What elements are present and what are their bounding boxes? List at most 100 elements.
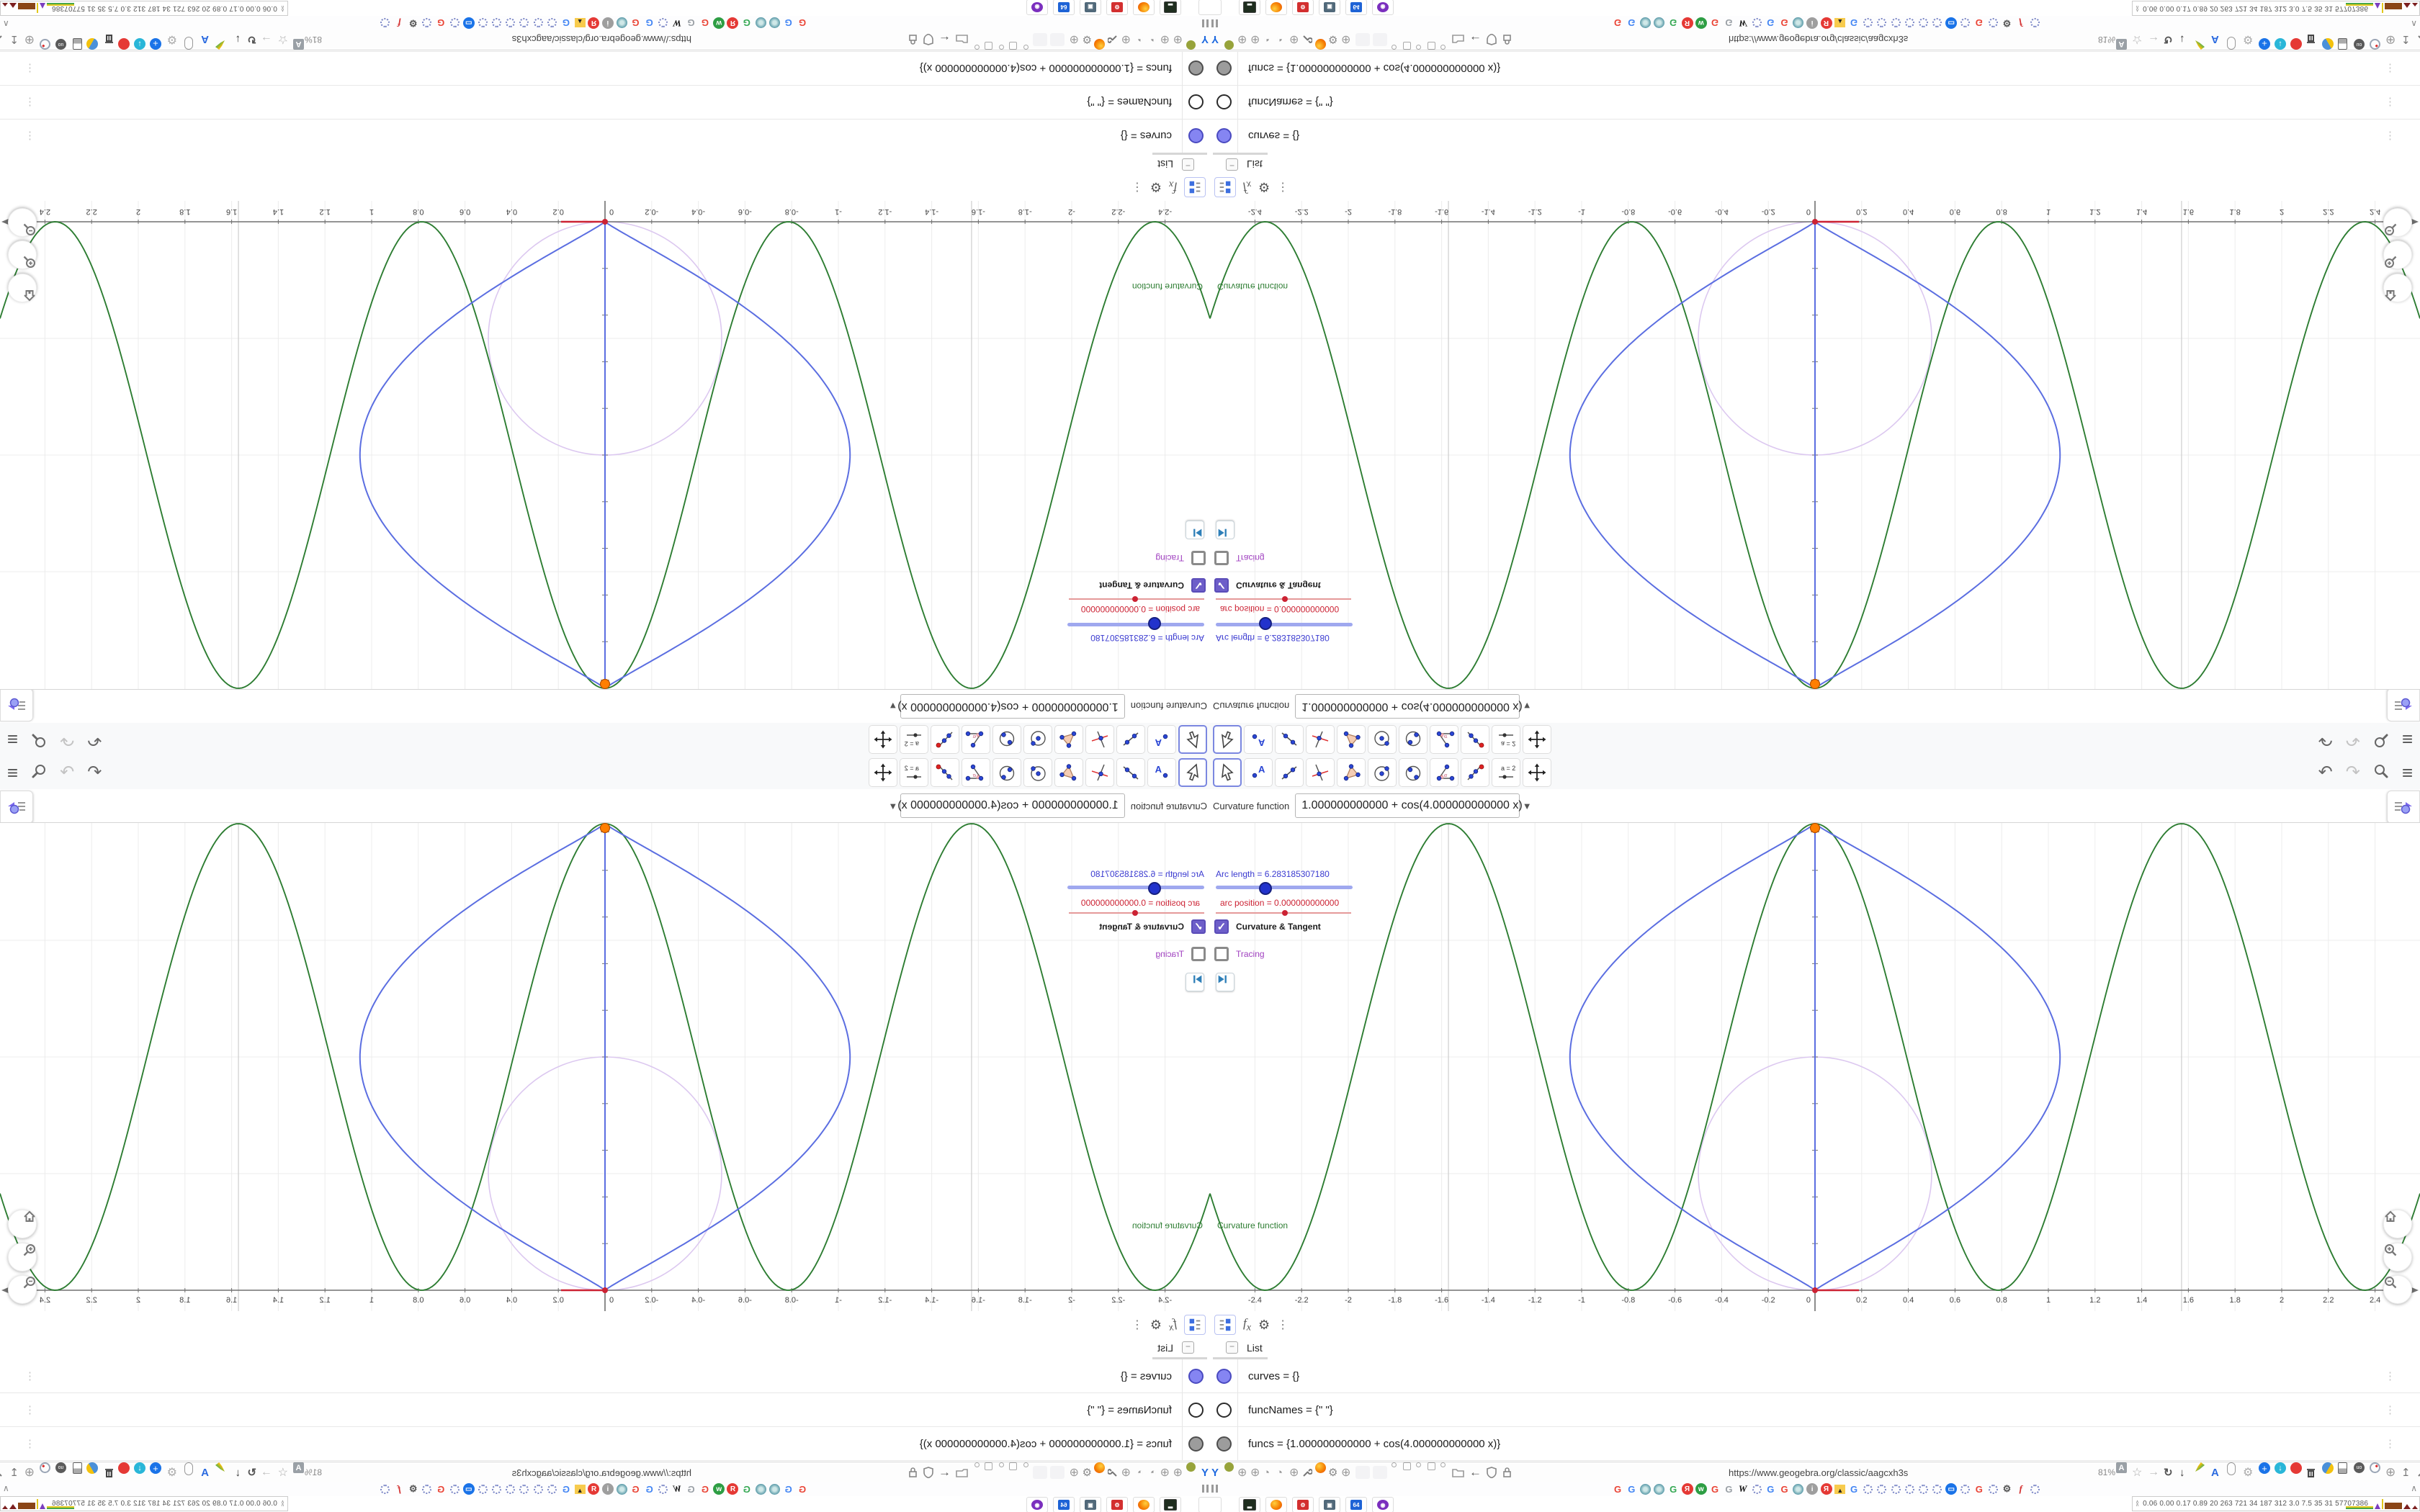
bookmark-favicon[interactable]: Я bbox=[1820, 17, 1833, 30]
wrench-icon[interactable] bbox=[1108, 1462, 1118, 1482]
bookmark-favicon[interactable]: ⚙ bbox=[2000, 17, 2013, 30]
algebra-row[interactable]: curves = {} ⋮ bbox=[0, 1359, 1210, 1393]
visibility-dot[interactable] bbox=[1188, 60, 1204, 76]
gauge-icon[interactable]: ◔ bbox=[1137, 1462, 1144, 1482]
dock-launcher-terminal[interactable]: ▂ bbox=[1239, 0, 1260, 15]
share-globe-icon[interactable] bbox=[2322, 38, 2334, 50]
circle-center-tool[interactable] bbox=[1368, 758, 1397, 787]
bookmark-favicon[interactable] bbox=[476, 1482, 489, 1495]
bookmark-favicon[interactable]: ▭ bbox=[462, 17, 475, 30]
kebab-menu-icon[interactable]: ⋮ bbox=[24, 1403, 35, 1416]
indicator-box-icon[interactable] bbox=[1009, 1462, 1017, 1470]
fx-button[interactable]: fx bbox=[1169, 179, 1177, 196]
bookmark-favicon[interactable] bbox=[532, 1482, 544, 1495]
bookmark-favicon[interactable]: G bbox=[1667, 17, 1680, 30]
bookmark-favicon[interactable] bbox=[2028, 1482, 2041, 1495]
wrench-icon[interactable] bbox=[0, 30, 3, 50]
bookmark-favicon[interactable]: f bbox=[393, 17, 405, 30]
bookmark-favicon[interactable]: G bbox=[699, 17, 712, 30]
circle-center-tool[interactable] bbox=[1368, 725, 1397, 754]
bookmark-favicon[interactable]: G bbox=[434, 17, 447, 30]
url-bar[interactable]: https://www.geogebra.org/classic/aagcxh3… bbox=[1210, 28, 2420, 50]
chevron-down-icon[interactable]: ▼ bbox=[888, 701, 897, 712]
pan-view-tool[interactable] bbox=[1523, 725, 1551, 754]
visibility-dot[interactable] bbox=[1188, 1402, 1204, 1418]
kebab-menu-icon[interactable]: ⋮ bbox=[1131, 180, 1143, 194]
bookmark-favicon[interactable]: Я bbox=[588, 1482, 601, 1495]
home-button[interactable] bbox=[2383, 274, 2412, 302]
function-input[interactable]: 1.000000000000 + cos(4.000000000000 x) ▼ bbox=[1295, 694, 1532, 719]
arc-position-slider-handle[interactable] bbox=[1132, 910, 1138, 916]
reload-icon[interactable]: ↻ bbox=[247, 30, 256, 50]
bookmark-favicon[interactable] bbox=[1986, 1482, 1999, 1495]
pencil-icon[interactable] bbox=[2195, 40, 2205, 50]
bookmark-favicon[interactable]: G bbox=[796, 1482, 809, 1495]
redo-button[interactable]: ↷ bbox=[60, 730, 74, 750]
dock-tile[interactable] bbox=[1198, 1497, 1210, 1512]
share-globe-icon[interactable] bbox=[86, 1462, 98, 1474]
wrench-icon[interactable] bbox=[0, 1462, 3, 1482]
dock-launcher-terminal[interactable]: ▂ bbox=[1160, 0, 1181, 15]
reader-mode-icon[interactable]: A bbox=[2116, 1462, 2127, 1473]
indicator-box-icon[interactable] bbox=[1428, 42, 1435, 50]
bookmark-favicon[interactable]: G bbox=[1667, 1482, 1680, 1495]
firefox-icon[interactable] bbox=[1315, 39, 1326, 50]
bookmark-favicon[interactable] bbox=[518, 1482, 531, 1495]
bookmarks-bar[interactable]: G G G Яw G G W G Gi Я ▲ G ▭ G ⚙ f ∧ bbox=[1210, 1482, 2420, 1497]
trash-icon[interactable] bbox=[2306, 1462, 2316, 1482]
polygon-tool[interactable] bbox=[1337, 725, 1366, 754]
pull-extension-icon[interactable]: ↓ bbox=[2275, 38, 2286, 50]
url-text[interactable]: https://www.geogebra.org/classic/aagcxh3… bbox=[1729, 1462, 1908, 1482]
recorder-icon[interactable] bbox=[2290, 38, 2302, 50]
bookmark-favicon[interactable]: i bbox=[601, 17, 614, 30]
bookmark-favicon[interactable] bbox=[546, 17, 559, 30]
zoom-level-badge[interactable]: 81% bbox=[2098, 1462, 2115, 1482]
bookmark-favicon[interactable]: G bbox=[1764, 1482, 1777, 1495]
translate-icon[interactable]: A bbox=[2211, 30, 2219, 50]
algebra-row[interactable]: curves = {} ⋮ bbox=[0, 119, 1210, 153]
menu-button[interactable]: ≡ bbox=[2402, 763, 2413, 782]
back-arrow-icon[interactable]: ← bbox=[938, 30, 951, 50]
dock-launcher-purple-app[interactable]: ◉ bbox=[1026, 1497, 1048, 1512]
bookmark-favicon[interactable]: G bbox=[1708, 17, 1721, 30]
function-input[interactable]: 1.000000000000 + cos(4.000000000000 x) ▼ bbox=[1295, 793, 1532, 818]
bookmark-favicon[interactable]: ⚙ bbox=[407, 1482, 420, 1495]
trash-icon[interactable] bbox=[104, 1462, 114, 1482]
function-input[interactable]: 1.000000000000 + cos(4.000000000000 x) ▼ bbox=[888, 694, 1125, 719]
indicator-dot-icon[interactable] bbox=[1440, 45, 1446, 50]
tree-view-button[interactable] bbox=[1214, 177, 1236, 197]
kebab-menu-icon[interactable]: ⋮ bbox=[1277, 180, 1289, 194]
kebab-menu-icon[interactable]: ⋮ bbox=[2385, 1437, 2396, 1450]
indicator-dot-icon[interactable] bbox=[974, 45, 980, 50]
bookmark-favicon[interactable]: w bbox=[712, 17, 725, 30]
reader-mode-icon[interactable]: A bbox=[2116, 39, 2127, 50]
kebab-menu-icon[interactable]: ⋮ bbox=[1131, 1318, 1143, 1332]
dock-launcher-firefox[interactable] bbox=[1133, 0, 1155, 15]
bookmark-favicon[interactable]: w bbox=[1695, 1482, 1708, 1495]
visibility-dot[interactable] bbox=[1216, 128, 1232, 144]
angle-tool[interactable]: α bbox=[962, 725, 990, 754]
translate-icon[interactable]: A bbox=[201, 30, 209, 50]
dock-launcher-floppy-64[interactable]: 64 bbox=[1345, 0, 1367, 15]
gauge-icon[interactable]: ◔ bbox=[1276, 1462, 1283, 1482]
gear-icon[interactable]: ⚙ bbox=[167, 1462, 177, 1482]
graph-canvas[interactable]: -2.4 -2.2 -2 -1.8 -1.6 -1.4 -1.2 -1 -0.8 -0.6 -0.4… bbox=[0, 201, 1210, 690]
wrench-icon[interactable] bbox=[2417, 1462, 2420, 1482]
back-arrow-icon[interactable]: ← bbox=[938, 1462, 951, 1482]
view-switcher-button[interactable] bbox=[0, 688, 33, 721]
visibility-dot[interactable] bbox=[1216, 1436, 1232, 1452]
bookmark-favicon[interactable]: G bbox=[1973, 1482, 1986, 1495]
animation-step-button[interactable] bbox=[1216, 521, 1234, 539]
arc-length-slider-handle[interactable] bbox=[1148, 617, 1161, 630]
home-button[interactable] bbox=[2383, 1210, 2412, 1238]
polygon-tool[interactable] bbox=[1337, 758, 1366, 787]
bookmark-favicon[interactable] bbox=[476, 17, 489, 30]
ublock-icon[interactable]: uo bbox=[2354, 1462, 2365, 1473]
url-text[interactable]: https://www.geogebra.org/classic/aagcxh3… bbox=[512, 30, 691, 50]
bookmark-favicon[interactable]: W bbox=[671, 17, 684, 30]
redo-button[interactable]: ↷ bbox=[2346, 730, 2360, 750]
extension-oval-icon[interactable] bbox=[2227, 1462, 2236, 1475]
dock-launcher-firefox[interactable] bbox=[1265, 0, 1287, 15]
zoom-in-button[interactable] bbox=[2383, 240, 2412, 269]
dock-launcher-red-gear[interactable]: ⚙ bbox=[1292, 0, 1314, 15]
